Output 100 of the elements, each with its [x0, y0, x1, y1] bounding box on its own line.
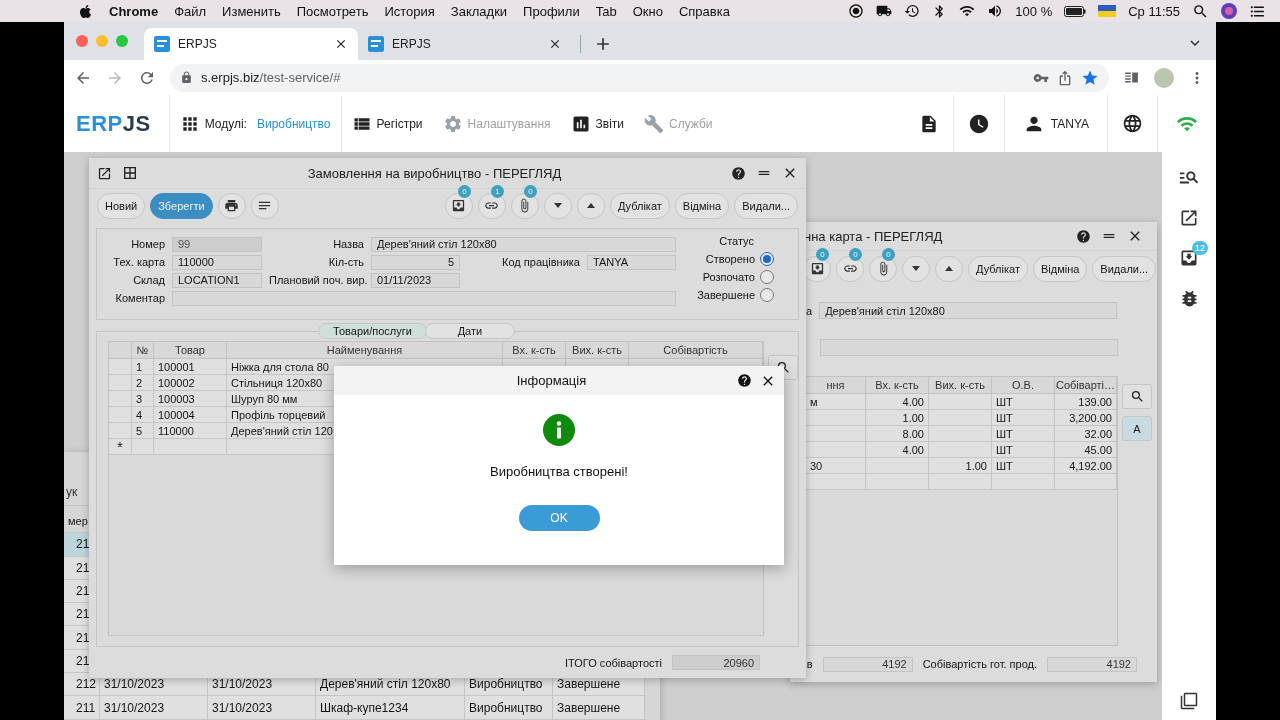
menu-item[interactable]: История — [384, 3, 435, 19]
grid-icon[interactable] — [122, 165, 138, 181]
search-icon[interactable] — [1192, 2, 1209, 20]
table-cell — [929, 426, 992, 442]
paperclip-button[interactable] — [869, 255, 897, 282]
gear-icon — [442, 113, 463, 134]
toolbar-button[interactable]: Дублікат — [609, 192, 670, 219]
radio-button[interactable] — [760, 288, 774, 302]
dialog-message: Виробництва створені! — [490, 464, 628, 479]
paperclip-button[interactable] — [510, 192, 539, 219]
help-icon[interactable] — [731, 165, 746, 181]
table-cell: 212 — [64, 673, 100, 697]
toolbar-button[interactable]: Видали... — [1092, 255, 1157, 282]
count-badge: 0 — [816, 247, 829, 261]
menu-item[interactable]: Закладки — [450, 3, 508, 19]
inbox-button[interactable] — [444, 192, 473, 219]
truck-icon[interactable] — [876, 3, 893, 19]
table-cell — [929, 394, 992, 410]
field-label: Собівартість гот. прод. — [922, 658, 1037, 670]
input-field[interactable] — [820, 339, 1118, 356]
browser-tab[interactable]: ERPJS — [144, 28, 358, 60]
search-button[interactable] — [1122, 384, 1152, 409]
inbox-icon — [451, 198, 467, 213]
volume-icon[interactable] — [987, 3, 1004, 19]
column-header: Вх. к-сть — [866, 377, 929, 394]
caret-down-icon — [912, 266, 920, 271]
flag-icon[interactable] — [1098, 5, 1117, 17]
side-button[interactable]: A — [1122, 416, 1152, 441]
menu-item[interactable]: Chrome — [109, 3, 159, 19]
menu-item[interactable]: Справка — [678, 3, 730, 19]
nav-link[interactable]: Звіти — [560, 113, 635, 134]
table-cell: 3 — [132, 391, 154, 407]
table-cell: 211 — [64, 696, 100, 720]
radio-button[interactable] — [760, 252, 774, 266]
record-icon[interactable] — [848, 3, 865, 19]
input-field[interactable]: 110000 — [172, 254, 262, 270]
menu-item[interactable]: Изменить — [222, 3, 281, 19]
menu-item[interactable]: Профили — [523, 3, 580, 19]
table-cell — [929, 442, 992, 458]
caret-down-icon — [553, 203, 562, 208]
input-field[interactable]: 01/11/2023 — [371, 272, 460, 288]
menu-item[interactable]: Файл — [174, 3, 207, 19]
count-badge: 0 — [849, 247, 862, 261]
input-field[interactable]: 5 — [371, 254, 460, 270]
nav-link[interactable]: Регістри — [341, 113, 433, 134]
link-button[interactable] — [836, 255, 864, 282]
count-badge: 0 — [457, 184, 471, 198]
input-field[interactable]: Дерев'яний стіл 120x80 — [819, 302, 1118, 319]
battery-icon[interactable] — [1064, 5, 1087, 17]
menu-item[interactable]: Окно — [632, 3, 663, 19]
caret-down-button[interactable] — [543, 192, 572, 219]
search-icon — [1129, 389, 1145, 404]
browser-tab[interactable]: ERPJS — [358, 28, 572, 60]
history-icon[interactable] — [904, 3, 921, 19]
open-in-new-icon[interactable] — [97, 165, 112, 181]
radio-label: Завершене — [697, 289, 755, 301]
input-field[interactable]: Дерев'яний стіл 120x80 — [371, 236, 676, 252]
toolbar-button[interactable]: Новий — [97, 192, 146, 219]
address-bar[interactable]: s.erpjs.biz/test-service/# — [170, 63, 1109, 92]
caret-up-button[interactable] — [576, 192, 605, 219]
caret-up-button[interactable] — [935, 255, 963, 282]
siri-icon[interactable] — [1221, 3, 1237, 19]
table-cell: 4.00 — [866, 442, 929, 458]
wifi-icon[interactable] — [959, 3, 976, 19]
help-icon[interactable] — [737, 373, 752, 388]
windows-icon[interactable] — [1180, 692, 1198, 710]
tab[interactable]: Дати — [424, 323, 515, 339]
column-header: Собіварті… — [1055, 377, 1117, 394]
caret-down-button[interactable] — [902, 255, 930, 282]
input-field[interactable] — [172, 290, 676, 306]
toolbar-button[interactable]: Відміна — [674, 192, 730, 219]
help-icon[interactable] — [1076, 228, 1091, 244]
input-field[interactable]: LOCATION1 — [172, 272, 262, 288]
user-button[interactable]: TANYA — [1004, 112, 1107, 135]
print-button[interactable] — [217, 192, 246, 219]
tab[interactable]: Товари/послуги — [318, 323, 427, 339]
modules-menu[interactable]: Модулі: — [169, 113, 257, 134]
radio-button[interactable] — [760, 270, 774, 284]
module-link[interactable]: Виробництво — [256, 116, 341, 131]
toolbar-button[interactable]: Відміна — [1032, 255, 1088, 282]
input-field[interactable]: 99 — [172, 236, 262, 252]
toolbar-button[interactable]: Дублікат — [968, 255, 1028, 282]
notes-button[interactable] — [250, 192, 279, 219]
menu-item[interactable]: Посмотреть — [296, 3, 369, 19]
menu-item[interactable]: Tab — [595, 3, 617, 19]
close-tab-icon[interactable] — [548, 37, 562, 51]
table-cell: 139.00 — [1055, 394, 1117, 410]
table-cell — [929, 474, 992, 490]
caret-up-icon — [586, 203, 595, 208]
field-label: Тех. карта — [112, 256, 165, 268]
link-button[interactable] — [477, 192, 506, 219]
input-field[interactable]: TANYA — [587, 254, 676, 270]
apple-icon[interactable] — [78, 3, 93, 19]
share-icon[interactable] — [1057, 69, 1073, 86]
globe-icon[interactable] — [1122, 113, 1143, 134]
open-in-new-icon[interactable] — [1179, 208, 1199, 228]
toolbar-button[interactable]: Видали... — [734, 192, 798, 219]
close-tab-icon[interactable] — [334, 37, 348, 51]
wrench-icon — [644, 113, 665, 134]
clock-icon[interactable] — [967, 112, 990, 135]
